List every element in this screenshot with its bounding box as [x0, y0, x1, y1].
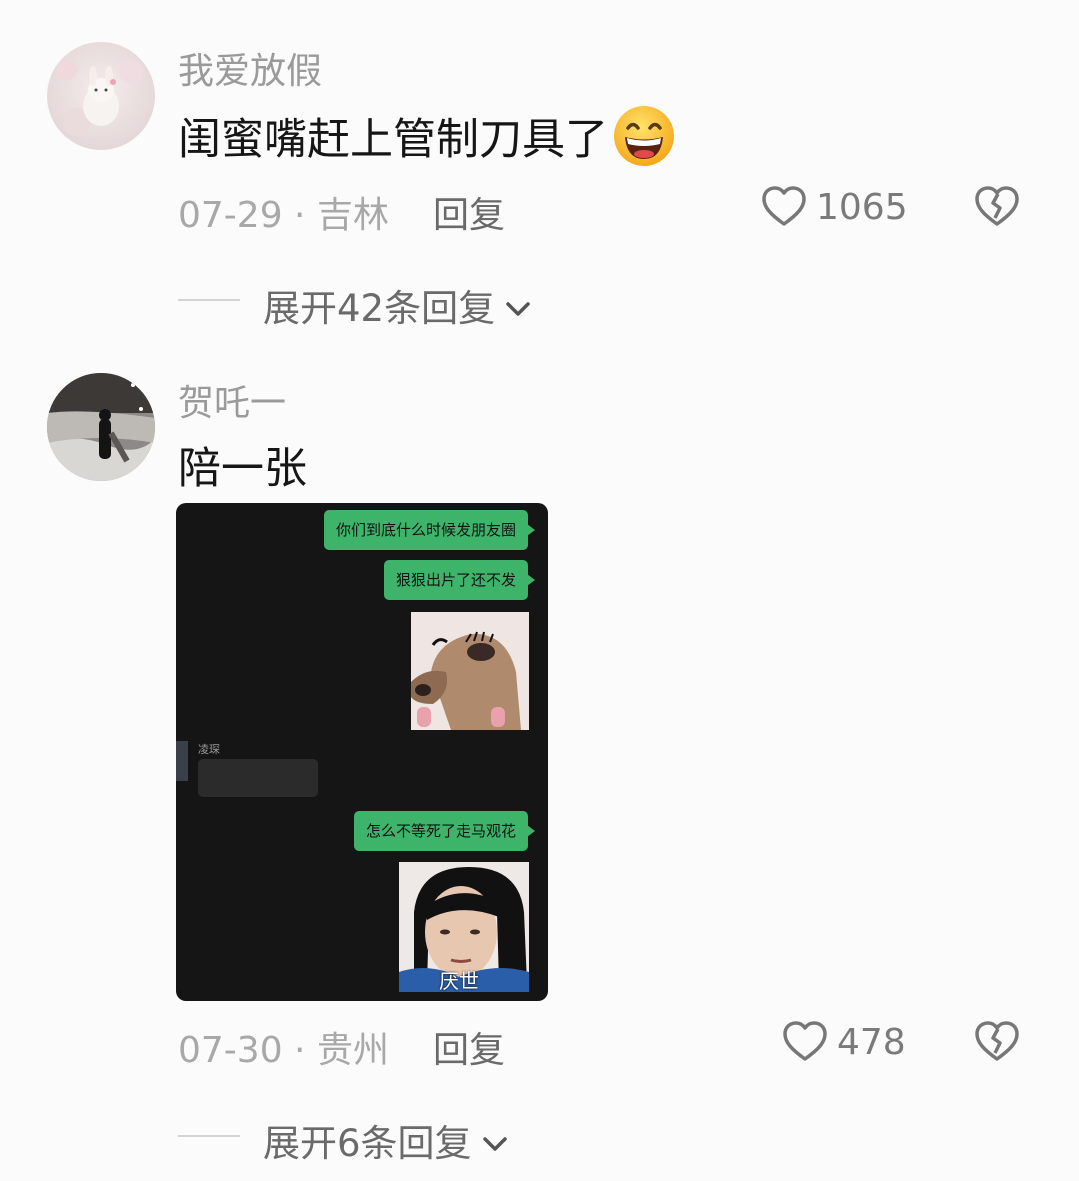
- chat-bubble: 狠狠出片了还不发: [383, 560, 536, 600]
- avatar[interactable]: [47, 373, 155, 481]
- face-sticker: 厌世: [399, 862, 529, 992]
- reply-button[interactable]: 回复: [433, 186, 505, 238]
- expand-replies-button[interactable]: 展开42条回复: [263, 278, 533, 332]
- comment-text: 陪一张: [178, 444, 307, 494]
- expand-replies-label: 展开6条回复: [263, 1122, 472, 1165]
- comment-image[interactable]: 你们到底什么时候发朋友圈 狠狠出片了还不发 凌琛 怎么不等死了走马观花 厌世: [176, 503, 548, 1001]
- sender-avatar: [176, 741, 188, 781]
- broken-heart-icon: [973, 183, 1021, 231]
- chevron-down-icon: [503, 290, 533, 320]
- expand-replies-label: 展开42条回复: [263, 287, 496, 330]
- dislike-button[interactable]: [973, 1018, 1021, 1066]
- comment-text-content: 闺蜜嘴赶上管制刀具了: [178, 115, 608, 165]
- dislike-button[interactable]: [973, 183, 1021, 231]
- reply-button[interactable]: 回复: [433, 1021, 505, 1073]
- broken-heart-icon: [973, 1018, 1021, 1066]
- comment-date-location: 07-29 · 吉林: [178, 195, 389, 236]
- username[interactable]: 贺吒一: [178, 374, 286, 426]
- grinning-face-icon: [612, 104, 676, 168]
- divider: [178, 299, 240, 301]
- avatar[interactable]: [47, 42, 155, 150]
- sender-name: 凌琛: [198, 743, 220, 756]
- comment-date-location: 07-30 · 贵州: [178, 1030, 389, 1071]
- blurred-message: [198, 759, 318, 797]
- heart-icon: [760, 183, 808, 231]
- expand-replies-button[interactable]: 展开6条回复: [263, 1113, 510, 1167]
- like-count: 1065: [816, 186, 908, 228]
- username[interactable]: 我爱放假: [178, 42, 322, 94]
- divider: [178, 1135, 240, 1137]
- heart-icon: [781, 1018, 829, 1066]
- sticker-caption: 厌世: [439, 969, 479, 992]
- chat-bubble: 你们到底什么时候发朋友圈: [323, 510, 536, 550]
- comment-text: 闺蜜嘴赶上管制刀具了: [178, 104, 676, 168]
- like-button[interactable]: 478: [781, 1018, 906, 1066]
- like-count: 478: [837, 1021, 906, 1063]
- chat-bubble: 怎么不等死了走马观花: [353, 811, 536, 851]
- like-button[interactable]: 1065: [760, 183, 908, 231]
- dog-sticker: [411, 612, 529, 730]
- chevron-down-icon: [480, 1125, 510, 1155]
